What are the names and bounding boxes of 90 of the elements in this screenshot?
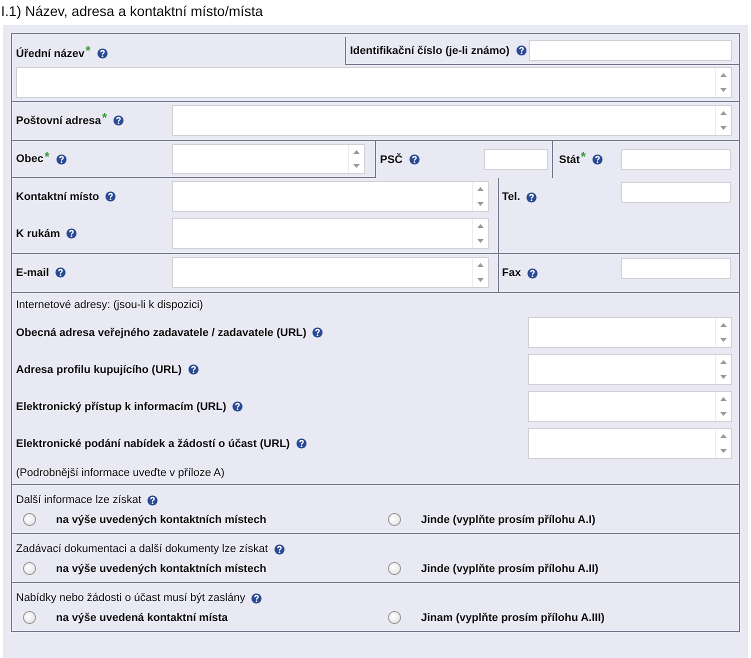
field-label: K rukám	[16, 228, 60, 240]
radio-option[interactable]: na výše uvedených kontaktních místech	[16, 513, 381, 526]
text-area[interactable]	[528, 391, 732, 422]
required-mark: *	[85, 43, 91, 58]
help-icon[interactable]	[251, 592, 262, 604]
input-field[interactable]	[621, 258, 731, 279]
field-label: PSČ	[380, 154, 403, 166]
radio-option[interactable]: Jinam (vyplňte prosím přílohu A.III)	[381, 611, 735, 624]
field-label: Tel.	[502, 191, 520, 203]
field-label: Stát	[559, 154, 580, 166]
field-label: Obecná adresa veřejného zadavatele / zadavatele (URL)	[16, 326, 306, 338]
question-text: Nabídky nebo žádosti o účast musí být zaslány	[16, 592, 246, 604]
section-heading: Internetové adresy: (jsou-li k dispozici)	[16, 299, 204, 311]
help-icon[interactable]	[526, 268, 538, 278]
help-icon[interactable]	[274, 544, 285, 554]
help-icon[interactable]	[56, 154, 67, 164]
required-mark: *	[44, 148, 50, 164]
question-text: Zadávací dokumentaci a další dokumenty lze získat	[16, 543, 268, 555]
field-label: Úřední název	[16, 48, 84, 60]
help-icon[interactable]	[105, 191, 116, 202]
field-label: Poštovní adresa	[16, 114, 101, 126]
scroll-up-icon[interactable]	[720, 434, 727, 438]
scroll-down-icon[interactable]	[720, 412, 727, 416]
scroll-down-icon[interactable]	[353, 164, 360, 168]
scroll-up-icon[interactable]	[720, 323, 727, 328]
help-icon[interactable]	[312, 327, 324, 338]
field-label: Elektronické podání nabídek a žádostí o účast (URL)	[16, 438, 290, 450]
field-label: E-mail	[16, 266, 50, 278]
radio-button[interactable]	[23, 611, 36, 624]
radio-option[interactable]: Jinde (vyplňte prosím přílohu A.I)	[381, 513, 735, 526]
scroll-down-icon[interactable]	[477, 202, 484, 206]
scroll-down-icon[interactable]	[720, 88, 727, 92]
section-title: I.1) Název, adresa a kontaktní místo/místa	[0, 2, 264, 21]
text-area[interactable]	[172, 144, 365, 174]
scroll-down-icon[interactable]	[477, 238, 484, 243]
scroll-down-icon[interactable]	[720, 448, 727, 453]
help-icon[interactable]	[232, 401, 244, 412]
radio-button[interactable]	[388, 611, 401, 624]
scroll-down-icon[interactable]	[720, 126, 727, 130]
scroll-up-icon[interactable]	[477, 224, 484, 228]
radio-button[interactable]	[23, 513, 36, 526]
text-area[interactable]	[172, 257, 489, 288]
help-icon[interactable]	[408, 154, 420, 165]
field-label: Fax	[502, 267, 521, 279]
help-icon[interactable]	[188, 364, 199, 375]
text-area[interactable]	[16, 67, 732, 98]
field-label: Elektronický přístup k informacím (URL)	[16, 400, 226, 412]
help-icon[interactable]	[516, 45, 527, 56]
scroll-up-icon[interactable]	[720, 397, 727, 402]
text-area[interactable]	[172, 181, 489, 212]
field-label: Adresa profilu kupujícího (URL)	[16, 364, 182, 376]
help-icon[interactable]	[296, 438, 307, 449]
radio-option[interactable]: Jinde (vyplňte prosím přílohu A.II)	[381, 562, 735, 575]
scroll-up-icon[interactable]	[477, 187, 484, 192]
question-text: Další informace lze získat	[16, 494, 142, 506]
scroll-up-icon[interactable]	[353, 150, 360, 154]
scroll-up-icon[interactable]	[477, 263, 484, 268]
help-icon[interactable]	[526, 192, 538, 202]
radio-option[interactable]: na výše uvedených kontaktních místech	[16, 562, 381, 575]
radio-button[interactable]	[23, 562, 36, 575]
scroll-down-icon[interactable]	[720, 338, 727, 342]
text-area[interactable]	[172, 105, 732, 136]
text-area[interactable]	[528, 317, 732, 348]
input-field[interactable]	[529, 40, 732, 61]
required-mark: *	[102, 110, 108, 125]
help-icon[interactable]	[66, 228, 78, 239]
field-label: Kontaktní místo	[16, 190, 100, 202]
scroll-down-icon[interactable]	[477, 278, 484, 282]
help-icon[interactable]	[55, 267, 66, 278]
text-area[interactable]	[528, 428, 732, 459]
field-label: Identifikační číslo (je-li známo)	[350, 44, 510, 56]
input-field[interactable]	[621, 182, 731, 203]
radio-button[interactable]	[388, 562, 401, 575]
note-text: (Podrobnější informace uveďte v příloze A)	[16, 467, 226, 479]
help-icon[interactable]	[592, 154, 603, 165]
scroll-up-icon[interactable]	[720, 360, 727, 364]
required-mark: *	[580, 149, 586, 164]
text-area[interactable]	[528, 354, 732, 385]
scroll-down-icon[interactable]	[720, 374, 727, 379]
radio-option[interactable]: na výše uvedená kontaktní místa	[16, 611, 381, 624]
help-icon[interactable]	[113, 115, 124, 126]
input-field[interactable]	[621, 149, 731, 170]
input-field[interactable]	[484, 149, 548, 170]
text-area[interactable]	[172, 218, 489, 249]
field-label: Obec	[16, 153, 44, 165]
help-icon[interactable]	[96, 48, 108, 59]
scroll-up-icon[interactable]	[720, 111, 727, 116]
help-icon[interactable]	[147, 494, 158, 506]
radio-button[interactable]	[388, 513, 401, 526]
scroll-up-icon[interactable]	[720, 73, 727, 78]
